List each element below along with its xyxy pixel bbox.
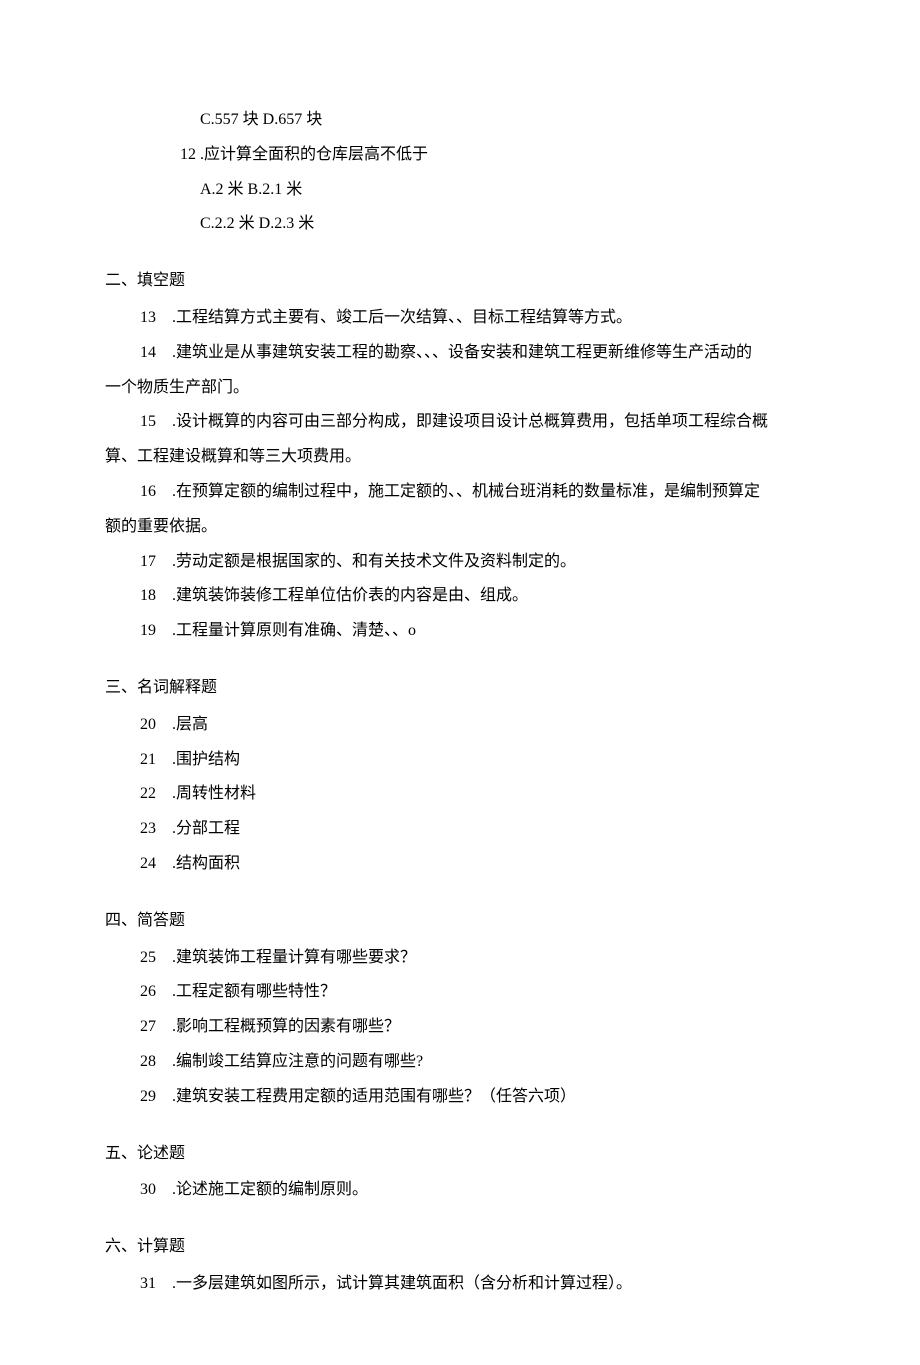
q15-line1: 15 .设计概算的内容可由三部分构成，即建设项目设计总概算费用，包括单项工程综合…	[105, 408, 810, 437]
q28: 28 .编制竣工结算应注意的问题有哪些?	[105, 1048, 810, 1077]
section-5-title: 五、论述题	[105, 1140, 810, 1169]
document-page: C.557 块 D.657 块 12 .应计算全面积的仓库层高不低于 A.2 米…	[0, 0, 920, 1365]
q26: 26 .工程定额有哪些特性？	[105, 978, 810, 1007]
section-4-title: 四、简答题	[105, 907, 810, 936]
q19: 19 .工程量计算原则有准确、清楚、、o	[105, 617, 810, 646]
q18: 18 .建筑装饰装修工程单位估价表的内容是由、组成。	[105, 582, 810, 611]
q22: 22 .周转性材料	[105, 780, 810, 809]
q12-option-cd: C.2.2 米 D.2.3 米	[105, 210, 810, 239]
q27: 27 .影响工程概预算的因素有哪些？	[105, 1013, 810, 1042]
q29: 29 .建筑安装工程费用定额的适用范围有哪些？（任答六项）	[105, 1083, 810, 1112]
q31: 31 .一多层建筑如图所示，试计算其建筑面积（含分析和计算过程）。	[105, 1270, 810, 1299]
q30: 30 .论述施工定额的编制原则。	[105, 1176, 810, 1205]
q14-line2: 一个物质生产部门。	[105, 374, 810, 403]
q20: 20 .层高	[105, 711, 810, 740]
q16-line2: 额的重要依据。	[105, 513, 810, 542]
q13: 13 .工程结算方式主要有、竣工后一次结算、、目标工程结算等方式。	[105, 304, 810, 333]
q25: 25 .建筑装饰工程量计算有哪些要求？	[105, 944, 810, 973]
q12-stem: 12 .应计算全面积的仓库层高不低于	[105, 141, 810, 170]
q14-line1: 14 .建筑业是从事建筑安装工程的勘察、、、设备安装和建筑工程更新维修等生产活动…	[105, 339, 810, 368]
q12-option-ab: A.2 米 B.2.1 米	[105, 176, 810, 205]
q12-number: 12	[180, 146, 196, 163]
q15-line2: 算、工程建设概算和等三大项费用。	[105, 443, 810, 472]
q16-line1: 16 .在预算定额的编制过程中，施工定额的、、机械台班消耗的数量标准，是编制预算…	[105, 478, 810, 507]
q11-option-cd: C.557 块 D.657 块	[105, 106, 810, 135]
q21: 21 .围护结构	[105, 746, 810, 775]
q12-text: .应计算全面积的仓库层高不低于	[200, 146, 428, 163]
q23: 23 .分部工程	[105, 815, 810, 844]
section-2-title: 二、填空题	[105, 267, 810, 296]
section-3-title: 三、名词解释题	[105, 674, 810, 703]
section-6-title: 六、计算题	[105, 1233, 810, 1262]
q24: 24 .结构面积	[105, 850, 810, 879]
q17: 17 .劳动定额是根据国家的、和有关技术文件及资料制定的。	[105, 548, 810, 577]
